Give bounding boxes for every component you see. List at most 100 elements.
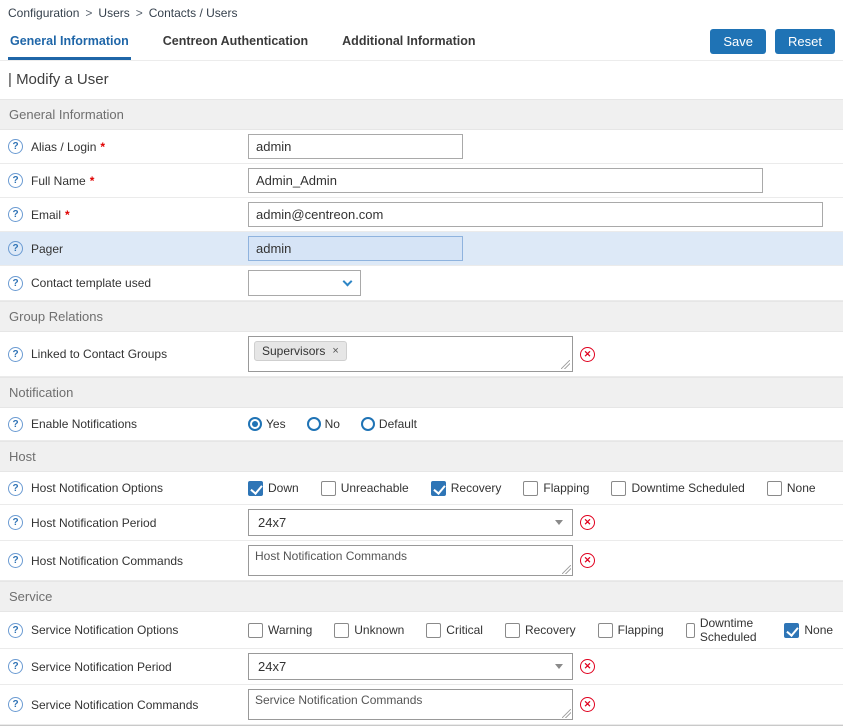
label-col: Pager: [8, 241, 248, 256]
save-button[interactable]: Save: [710, 29, 766, 54]
resize-handle-icon[interactable]: [561, 360, 570, 369]
radio-icon[interactable]: [307, 417, 321, 431]
checkbox-icon[interactable]: [321, 481, 336, 496]
help-icon[interactable]: [8, 139, 23, 154]
checkbox-host-down[interactable]: Down: [248, 481, 299, 496]
clear-host-commands-icon[interactable]: [580, 553, 595, 568]
host-commands-input[interactable]: [248, 545, 573, 576]
checkbox-service-recovery[interactable]: Recovery: [505, 623, 576, 638]
contact-groups-multiselect[interactable]: Supervisors ×: [248, 336, 573, 372]
checkbox-service-unknown[interactable]: Unknown: [334, 623, 404, 638]
row-host-notification-options: Host Notification Options Down Unreachab…: [0, 472, 843, 505]
pager-input[interactable]: [248, 236, 463, 261]
checkbox-icon[interactable]: [784, 623, 799, 638]
checkbox-service-warning[interactable]: Warning: [248, 623, 312, 638]
checkbox-host-none[interactable]: None: [767, 481, 816, 496]
help-icon[interactable]: [8, 417, 23, 432]
checkbox-icon[interactable]: [248, 481, 263, 496]
help-icon[interactable]: [8, 515, 23, 530]
label-col: Service Notification Options: [8, 623, 248, 638]
chevron-down-icon: [343, 276, 353, 286]
help-icon[interactable]: [8, 697, 23, 712]
service-commands-input[interactable]: [248, 689, 573, 720]
checkbox-label: Down: [268, 481, 299, 495]
tag-remove-icon[interactable]: ×: [332, 346, 338, 357]
checkbox-host-unreachable[interactable]: Unreachable: [321, 481, 409, 496]
checkbox-host-recovery[interactable]: Recovery: [431, 481, 502, 496]
field-col: [248, 134, 835, 159]
radio-no[interactable]: No: [307, 417, 340, 431]
checkbox-icon[interactable]: [334, 623, 349, 638]
breadcrumb-users[interactable]: Users: [98, 6, 129, 20]
host-options-label: Host Notification Options: [31, 481, 163, 495]
checkbox-icon[interactable]: [767, 481, 782, 496]
radio-yes[interactable]: Yes: [248, 417, 286, 431]
field-col: [248, 168, 835, 193]
field-col: 24x7: [248, 653, 835, 680]
resize-handle-icon[interactable]: [562, 565, 571, 574]
checkbox-service-flapping[interactable]: Flapping: [598, 623, 664, 638]
resize-handle-icon[interactable]: [562, 709, 571, 718]
tab-general-information[interactable]: General Information: [8, 26, 131, 60]
tab-centreon-authentication[interactable]: Centreon Authentication: [161, 26, 310, 60]
host-period-select[interactable]: 24x7: [248, 509, 573, 536]
help-icon[interactable]: [8, 241, 23, 256]
radio-icon[interactable]: [361, 417, 375, 431]
clear-host-period-icon[interactable]: [580, 515, 595, 530]
checkbox-icon[interactable]: [248, 623, 263, 638]
clear-service-commands-icon[interactable]: [580, 697, 595, 712]
breadcrumb-contacts-users[interactable]: Contacts / Users: [149, 6, 238, 20]
checkbox-icon[interactable]: [426, 623, 441, 638]
field-col: Yes No Default: [248, 417, 835, 431]
radio-label: No: [325, 417, 340, 431]
label-col: Service Notification Period: [8, 659, 248, 674]
help-icon[interactable]: [8, 276, 23, 291]
modify-user-page: Configuration > Users > Contacts / Users…: [0, 0, 843, 726]
checkbox-icon[interactable]: [523, 481, 538, 496]
help-icon[interactable]: [8, 347, 23, 362]
help-icon[interactable]: [8, 207, 23, 222]
textarea-wrap: [248, 545, 573, 576]
checkbox-host-downtime-scheduled[interactable]: Downtime Scheduled: [611, 481, 744, 496]
checkbox-label: Unknown: [354, 623, 404, 637]
checkbox-service-critical[interactable]: Critical: [426, 623, 483, 638]
breadcrumb-configuration[interactable]: Configuration: [8, 6, 79, 20]
service-period-select[interactable]: 24x7: [248, 653, 573, 680]
checkbox-icon[interactable]: [611, 481, 626, 496]
checkbox-icon[interactable]: [686, 623, 695, 638]
email-input[interactable]: [248, 202, 823, 227]
full-name-input[interactable]: [248, 168, 763, 193]
dropdown-caret-icon: [555, 520, 563, 525]
help-icon[interactable]: [8, 623, 23, 638]
checkbox-icon[interactable]: [598, 623, 613, 638]
checkbox-service-none[interactable]: None: [784, 623, 833, 638]
contact-template-select[interactable]: [248, 270, 361, 296]
label-col: Contact template used: [8, 276, 248, 291]
help-icon[interactable]: [8, 481, 23, 496]
radio-icon[interactable]: [248, 417, 262, 431]
page-title: | Modify a User: [0, 61, 843, 99]
help-icon[interactable]: [8, 659, 23, 674]
section-service: Service: [0, 581, 843, 612]
checkbox-icon[interactable]: [431, 481, 446, 496]
field-col: [248, 202, 835, 227]
checkbox-host-flapping[interactable]: Flapping: [523, 481, 589, 496]
alias-login-input[interactable]: [248, 134, 463, 159]
reset-button[interactable]: Reset: [775, 29, 835, 54]
label-col: Full Name *: [8, 173, 248, 188]
alias-login-label: Alias / Login: [31, 140, 96, 154]
label-col: Enable Notifications: [8, 417, 248, 432]
help-icon[interactable]: [8, 553, 23, 568]
checkbox-service-downtime-scheduled[interactable]: Downtime Scheduled: [686, 616, 763, 644]
clear-contact-groups-icon[interactable]: [580, 347, 595, 362]
help-icon[interactable]: [8, 173, 23, 188]
checkbox-icon[interactable]: [505, 623, 520, 638]
checkbox-label: Flapping: [543, 481, 589, 495]
contact-groups-label: Linked to Contact Groups: [31, 347, 167, 361]
tab-additional-information[interactable]: Additional Information: [340, 26, 477, 60]
field-col: [248, 689, 835, 720]
clear-service-period-icon[interactable]: [580, 659, 595, 674]
radio-default[interactable]: Default: [361, 417, 417, 431]
row-host-notification-period: Host Notification Period 24x7: [0, 505, 843, 541]
section-notification: Notification: [0, 377, 843, 408]
